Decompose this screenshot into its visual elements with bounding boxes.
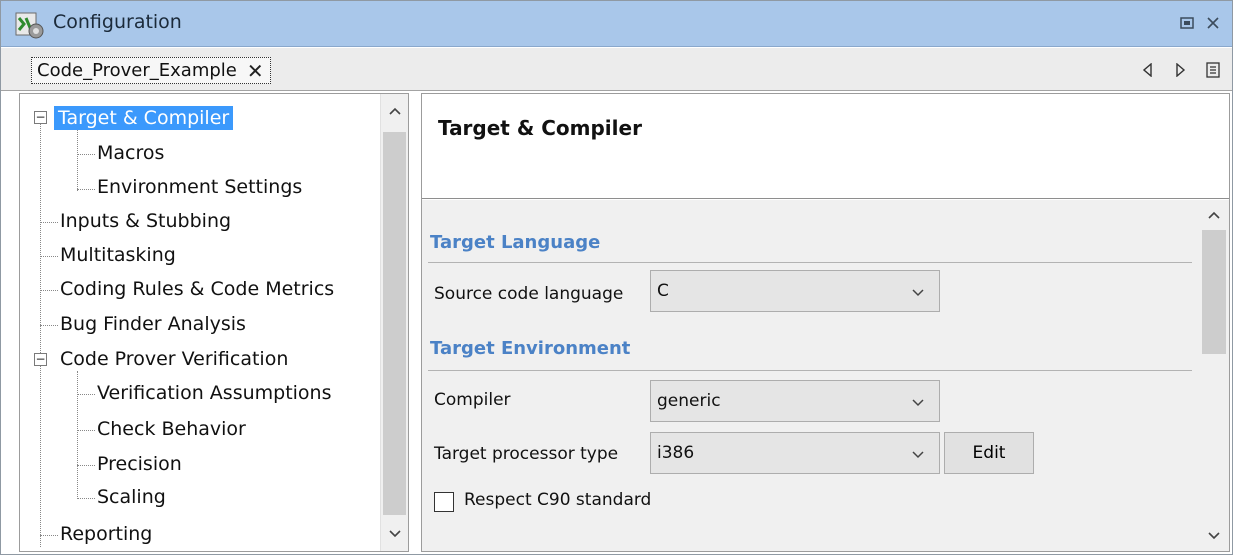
tab-code-prover-example[interactable]: Code_Prover_Example ✕ (31, 57, 271, 84)
scroll-down-icon[interactable] (1199, 521, 1229, 551)
compiler-select[interactable]: generic (650, 380, 940, 422)
scroll-up-icon[interactable] (381, 96, 408, 126)
tree-item-label: Scaling (97, 486, 166, 508)
tree-item-label: Code Prover Verification (60, 348, 289, 370)
panel-list-icon[interactable] (1206, 62, 1220, 78)
tree-scroll-thumb[interactable] (383, 132, 406, 515)
collapse-toggle-icon[interactable]: − (34, 111, 47, 124)
tree-item-label: Verification Assumptions (97, 382, 332, 404)
configuration-window: Configuration Code_Prover_Example ✕ − − … (0, 0, 1233, 555)
respect-c90-label: Respect C90 standard (464, 490, 652, 510)
title-bar: Configuration (1, 1, 1232, 47)
tree-item-scaling[interactable]: Scaling (93, 480, 170, 514)
target-processor-label: Target processor type (434, 444, 619, 464)
restore-icon[interactable] (1176, 12, 1198, 34)
tree-item-label: Environment Settings (97, 176, 303, 198)
source-code-language-select[interactable]: C (650, 270, 940, 312)
tree-item-check-behavior[interactable]: Check Behavior (93, 412, 250, 446)
settings-scroll-thumb[interactable] (1202, 230, 1226, 354)
page-title: Target & Compiler (438, 116, 642, 140)
tree-scrollbar[interactable] (380, 94, 408, 551)
source-code-language-label: Source code language (434, 284, 624, 304)
chevron-down-icon (911, 394, 925, 408)
tree-item-label: Check Behavior (97, 418, 246, 440)
respect-c90-checkbox[interactable] (434, 492, 454, 512)
target-processor-select[interactable]: i386 (650, 432, 940, 474)
settings-panel: Target & Compiler Target Language Source… (421, 93, 1230, 552)
chevron-down-icon (911, 446, 925, 460)
section-title-target-environment: Target Environment (430, 338, 631, 359)
tree-item-label: Multitasking (60, 244, 176, 266)
tree-connector (77, 130, 78, 191)
tree-item-multitasking[interactable]: Multitasking (56, 238, 180, 272)
tree-item-code-prover-verification[interactable]: Code Prover Verification (56, 342, 292, 376)
chevron-down-icon (911, 284, 925, 298)
tree-item-label: Macros (97, 142, 165, 164)
nav-right-icon[interactable] (1174, 63, 1186, 77)
tree-item-inputs-stubbing[interactable]: Inputs & Stubbing (56, 204, 235, 238)
scroll-up-icon[interactable] (1199, 200, 1229, 230)
tree-connector (77, 371, 78, 499)
tree-item-label: Inputs & Stubbing (60, 210, 232, 232)
compiler-value: generic (657, 391, 721, 411)
tree-connector (40, 122, 41, 547)
tree-item-label: Target & Compiler (54, 106, 234, 130)
tree-item-verification-assumptions[interactable]: Verification Assumptions (93, 376, 336, 410)
configuration-app-icon (15, 10, 45, 40)
tree-item-label: Precision (97, 453, 182, 475)
tree-item-precision[interactable]: Precision (93, 447, 186, 481)
tree-item-target-compiler[interactable]: Target & Compiler (54, 101, 234, 135)
document-tab-strip: Code_Prover_Example ✕ (1, 48, 1232, 91)
settings-header: Target & Compiler (422, 94, 1229, 199)
scroll-down-icon[interactable] (381, 519, 408, 549)
close-icon[interactable] (1202, 12, 1224, 34)
section-title-target-language: Target Language (430, 232, 601, 253)
tree-item-bug-finder-analysis[interactable]: Bug Finder Analysis (56, 307, 250, 341)
tab-label: Code_Prover_Example (37, 60, 237, 81)
collapse-toggle-icon[interactable]: − (34, 353, 47, 366)
target-processor-value: i386 (657, 443, 695, 463)
tree-content: − − Target & Compiler Macros Environment… (20, 94, 380, 551)
source-code-language-value: C (657, 281, 669, 301)
compiler-label: Compiler (434, 390, 511, 410)
tab-close-icon[interactable]: ✕ (247, 61, 264, 81)
tree-item-label: Coding Rules & Code Metrics (60, 278, 335, 300)
settings-scrollbar[interactable] (1199, 200, 1229, 551)
edit-button[interactable]: Edit (944, 432, 1034, 474)
tree-item-macros[interactable]: Macros (93, 136, 168, 170)
tree-item-reporting[interactable]: Reporting (56, 517, 156, 551)
tree-item-environment-settings[interactable]: Environment Settings (93, 170, 306, 204)
window-title: Configuration (53, 11, 182, 33)
section-divider (428, 262, 1192, 263)
settings-body: Target Language Source code language C T… (422, 200, 1229, 551)
nav-left-icon[interactable] (1142, 63, 1154, 77)
tree-item-label: Reporting (60, 523, 153, 545)
tree-item-coding-rules[interactable]: Coding Rules & Code Metrics (56, 272, 338, 306)
window-controls (1176, 12, 1224, 34)
section-divider (428, 370, 1192, 371)
tab-navigation (1142, 62, 1220, 78)
configuration-tree: − − Target & Compiler Macros Environment… (19, 93, 409, 552)
tree-item-label: Bug Finder Analysis (60, 313, 246, 335)
